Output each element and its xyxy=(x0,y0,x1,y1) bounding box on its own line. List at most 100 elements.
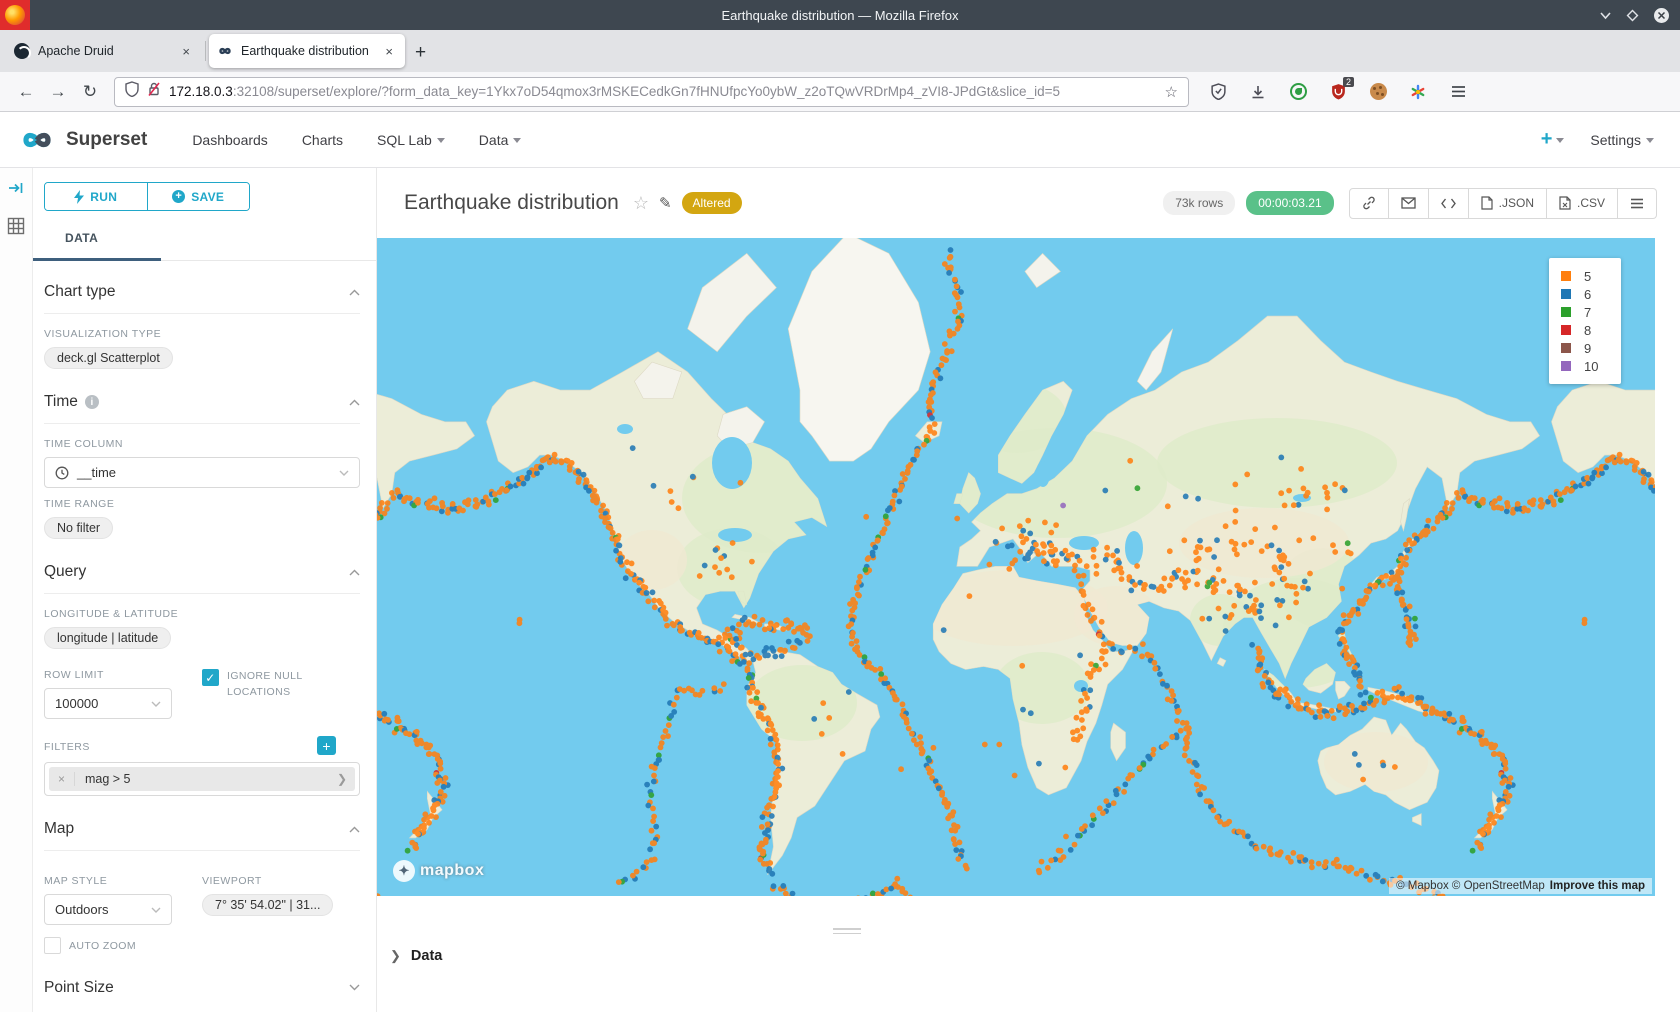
file-x-icon xyxy=(1559,196,1571,210)
superset-logo[interactable]: Superset xyxy=(18,127,147,153)
mapbox-logo[interactable]: ✦ mapbox xyxy=(393,860,484,882)
chevron-down-icon xyxy=(151,907,161,913)
email-button[interactable] xyxy=(1389,188,1429,219)
insecure-lock-icon[interactable] xyxy=(147,81,161,102)
chevron-down-icon xyxy=(513,138,521,143)
filters-control: × mag > 5 ❯ xyxy=(44,762,360,796)
time-column-select[interactable]: __time xyxy=(44,457,360,488)
viz-type-pill[interactable]: deck.gl Scatterplot xyxy=(44,347,173,369)
export-csv-button[interactable]: .CSV xyxy=(1547,188,1618,219)
viewport-pill[interactable]: 7° 35' 54.02" | 31... xyxy=(202,894,333,916)
colorful-extension-icon[interactable] xyxy=(1407,81,1429,103)
window-minimize-icon[interactable] xyxy=(1599,9,1612,22)
firefox-logo[interactable] xyxy=(0,0,30,30)
chevron-down-icon xyxy=(1556,138,1564,143)
chevron-up-icon[interactable] xyxy=(349,289,360,296)
improve-map-link[interactable]: Improve this map xyxy=(1550,880,1645,892)
legend-swatch xyxy=(1561,271,1571,281)
legend-item: 6 xyxy=(1561,285,1609,303)
chevron-down-icon[interactable] xyxy=(349,984,360,991)
superset-favicon xyxy=(217,43,233,59)
ignore-null-checkbox[interactable]: ✓ xyxy=(202,669,219,686)
back-icon[interactable]: ← xyxy=(10,82,42,102)
nav-charts[interactable]: Charts xyxy=(302,132,343,148)
chevron-up-icon[interactable] xyxy=(349,826,360,833)
chart-header: Earthquake distribution ☆ ✎ Altered 73k … xyxy=(377,168,1680,238)
nav-data[interactable]: Data xyxy=(479,132,522,148)
filter-chip[interactable]: × mag > 5 ❯ xyxy=(49,767,355,791)
window-maximize-icon[interactable] xyxy=(1626,9,1639,22)
window-close-icon[interactable] xyxy=(1653,7,1670,24)
window-title: Earthquake distribution — Mozilla Firefo… xyxy=(0,8,1680,23)
brand-name: Superset xyxy=(66,129,147,151)
remove-filter-icon[interactable]: × xyxy=(49,772,75,786)
nav-dashboards[interactable]: Dashboards xyxy=(192,132,268,148)
bookmark-star-icon[interactable]: ☆ xyxy=(1165,83,1178,101)
legend-swatch xyxy=(1561,343,1571,353)
forward-icon[interactable]: → xyxy=(42,82,74,102)
clock-icon xyxy=(55,466,69,480)
map-style-select[interactable]: Outdoors xyxy=(44,894,172,925)
query-duration-badge: 00:00:03.21 xyxy=(1246,191,1333,215)
save-button[interactable]: +SAVE xyxy=(148,183,250,210)
settings-menu[interactable]: Settings xyxy=(1590,132,1654,148)
chart-menu-button[interactable] xyxy=(1618,188,1657,219)
nav-sql-lab[interactable]: SQL Lab xyxy=(377,132,445,148)
auto-zoom-checkbox[interactable] xyxy=(44,937,61,954)
row-limit-select[interactable]: 100000 xyxy=(44,688,172,719)
legend-label: 9 xyxy=(1584,341,1591,356)
ublock-icon[interactable]: 2 xyxy=(1327,81,1349,103)
mapbox-icon: ✦ xyxy=(393,860,415,882)
edit-title-icon[interactable]: ✎ xyxy=(659,194,672,212)
tab-close-icon[interactable]: × xyxy=(178,43,194,60)
favorite-star-icon[interactable]: ☆ xyxy=(633,193,649,214)
legend-label: 8 xyxy=(1584,323,1591,338)
download-icon[interactable] xyxy=(1247,81,1269,103)
lonlat-pill[interactable]: longitude | latitude xyxy=(44,627,171,649)
time-range-pill[interactable]: No filter xyxy=(44,517,113,539)
tab-close-icon[interactable]: × xyxy=(381,43,397,60)
legend-item: 8 xyxy=(1561,321,1609,339)
url-text: 172.18.0.3:32108/superset/explore/?form_… xyxy=(169,84,1157,99)
firefox-icon xyxy=(5,5,25,25)
panel-tabs: DATA xyxy=(33,223,376,261)
tab-apache-druid[interactable]: Apache Druid × xyxy=(6,34,202,68)
reload-icon[interactable]: ↻ xyxy=(74,82,106,102)
druid-favicon xyxy=(14,43,30,59)
tab-earthquake-distribution[interactable]: Earthquake distribution × xyxy=(209,34,405,68)
panel-resize-handle[interactable] xyxy=(833,928,861,937)
deckgl-map[interactable]: 5678910 ✦ mapbox © Mapbox © OpenStreetMa… xyxy=(377,238,1655,896)
run-button[interactable]: RUN xyxy=(45,183,148,210)
collapse-panel-icon[interactable] xyxy=(8,180,24,201)
active-tab-indicator xyxy=(33,258,161,261)
share-link-button[interactable] xyxy=(1349,188,1389,219)
extension-leaf-icon[interactable] xyxy=(1287,81,1309,103)
legend-item: 5 xyxy=(1561,267,1609,285)
lightning-icon xyxy=(74,190,84,204)
auto-zoom-row: AUTO ZOOM xyxy=(44,937,202,955)
side-icon-strip xyxy=(0,168,33,1012)
tracking-shield-icon[interactable] xyxy=(125,81,139,102)
browser-toolbar: ← → ↻ 172.18.0.3:32108/superset/explore/… xyxy=(0,72,1680,112)
data-expander[interactable]: ❯ Data xyxy=(390,948,442,964)
url-bar[interactable]: 172.18.0.3:32108/superset/explore/?form_… xyxy=(114,77,1189,107)
attribution-text[interactable]: © Mapbox © OpenStreetMap xyxy=(1396,880,1545,892)
pocket-shield-icon[interactable] xyxy=(1207,81,1229,103)
run-save-group: RUN +SAVE xyxy=(44,182,250,211)
chevron-down-icon xyxy=(437,138,445,143)
add-filter-button[interactable]: + xyxy=(317,736,336,755)
hamburger-menu-icon[interactable] xyxy=(1447,81,1469,103)
dataset-grid-icon[interactable] xyxy=(7,217,25,240)
section-point-size: Point Size xyxy=(44,957,360,1012)
tab-data[interactable]: DATA xyxy=(65,231,98,245)
section-chart-type: Chart type VISUALIZATION TYPE deck.gl Sc… xyxy=(44,261,360,371)
new-tab-button[interactable]: + xyxy=(415,42,426,64)
chevron-down-icon xyxy=(1646,138,1654,143)
new-item-button[interactable]: + xyxy=(1541,128,1565,151)
cookie-extension-icon[interactable] xyxy=(1367,81,1389,103)
legend-swatch xyxy=(1561,361,1571,371)
export-json-button[interactable]: .JSON xyxy=(1469,188,1547,219)
chevron-up-icon[interactable] xyxy=(349,569,360,576)
chevron-up-icon[interactable] xyxy=(349,399,360,406)
embed-code-button[interactable] xyxy=(1429,188,1469,219)
